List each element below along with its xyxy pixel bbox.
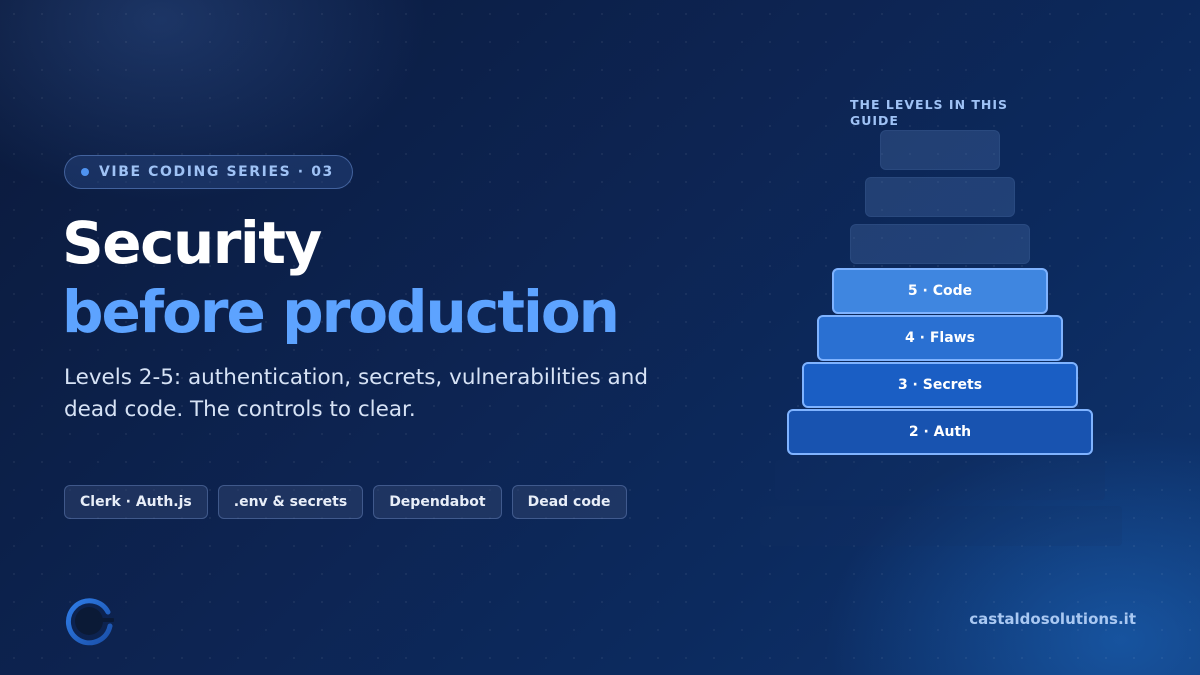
title-line-2: before production [62,278,620,346]
level-step-faded [865,177,1015,217]
pyramid-base-shadow [760,506,1122,546]
level-step-3-secrets: 3 · Secrets [802,362,1078,408]
tag-secrets: .env & secrets [217,485,364,519]
level-step-faded [880,130,1000,170]
series-badge-text: VIBE CODING SERIES · 03 [99,164,334,180]
level-step-faded [850,224,1030,264]
tag-list: Clerk · Auth.js .env & secrets Dependabo… [64,485,627,519]
levels-heading: THE LEVELS IN THIS GUIDE [850,97,1009,128]
title-line-1: Security [62,209,322,277]
badge-dot-icon [81,168,89,176]
website-link[interactable]: castaldosolutions.it [969,610,1136,628]
series-badge: VIBE CODING SERIES · 03 [64,155,353,189]
level-step-5-code: 5 · Code [832,268,1048,314]
tag-auth: Clerk · Auth.js [64,485,208,519]
tag-dependabot: Dependabot [373,485,502,519]
pyramid-base-shadow [775,460,1105,500]
level-step-2-auth: 2 · Auth [787,409,1093,455]
subtitle: Levels 2-5: authentication, secrets, vul… [64,365,648,422]
level-step-4-flaws: 4 · Flaws [817,315,1063,361]
company-logo-icon [65,598,114,646]
tag-dead-code: Dead code [511,485,627,519]
